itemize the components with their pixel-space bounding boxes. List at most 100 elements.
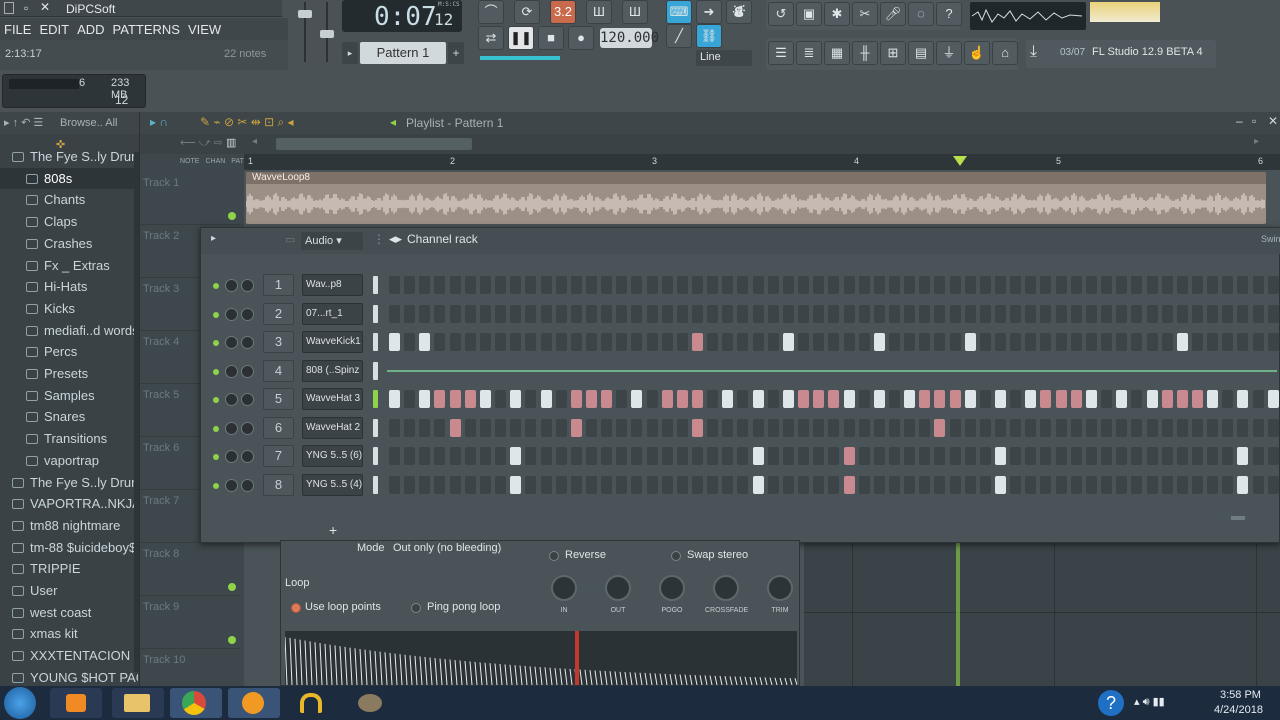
- sampler-knob[interactable]: [713, 575, 739, 601]
- step-button[interactable]: [1055, 418, 1067, 437]
- step-button[interactable]: [525, 475, 537, 494]
- step-button[interactable]: [782, 333, 794, 351]
- step-button[interactable]: [389, 276, 400, 294]
- step-button[interactable]: [510, 418, 522, 437]
- step-button[interactable]: [858, 333, 870, 351]
- step-button[interactable]: [843, 418, 855, 437]
- step-button[interactable]: [570, 475, 582, 494]
- channel-pan-knob[interactable]: [225, 336, 238, 349]
- start-button[interactable]: [4, 687, 36, 719]
- step-button[interactable]: [510, 475, 522, 494]
- step-button[interactable]: [1237, 390, 1249, 408]
- step-button[interactable]: [585, 475, 597, 494]
- step-button[interactable]: [1040, 418, 1052, 437]
- step-button[interactable]: [676, 390, 688, 408]
- step-button[interactable]: [843, 276, 855, 294]
- step-button[interactable]: [449, 304, 461, 323]
- maximize-icon[interactable]: ▫: [24, 1, 28, 15]
- browser-item[interactable]: Claps: [0, 211, 138, 232]
- step-button[interactable]: [449, 390, 461, 408]
- step-button[interactable]: [510, 333, 522, 351]
- step-button[interactable]: [873, 475, 885, 494]
- step-button[interactable]: [1131, 390, 1143, 408]
- step-button[interactable]: [449, 418, 461, 437]
- step-button[interactable]: [464, 304, 476, 323]
- step-button[interactable]: [752, 390, 764, 408]
- step-button[interactable]: [434, 390, 446, 408]
- channel-volume-knob[interactable]: [241, 364, 254, 378]
- browser-item[interactable]: Samples: [0, 385, 138, 406]
- channel-enable-led[interactable]: [213, 283, 219, 289]
- channel-enable-led[interactable]: [213, 482, 219, 489]
- step-button[interactable]: [1116, 475, 1128, 494]
- channel-row[interactable]: 8 YNG 5..5 (4): [201, 472, 1280, 500]
- step-button[interactable]: [828, 333, 840, 351]
- step-button[interactable]: [1146, 333, 1158, 351]
- record-icon[interactable]: ●: [568, 26, 594, 50]
- browser-item[interactable]: Kicks: [0, 298, 138, 319]
- playhead-marker-icon[interactable]: [953, 156, 967, 166]
- step-button[interactable]: [828, 418, 840, 437]
- channel-number[interactable]: 2: [263, 302, 294, 325]
- step-button[interactable]: [813, 276, 825, 294]
- step-button[interactable]: [979, 304, 991, 323]
- step-button[interactable]: [464, 447, 476, 465]
- step-button[interactable]: [979, 418, 991, 437]
- step-button[interactable]: [995, 276, 1006, 294]
- step-button[interactable]: [964, 418, 976, 437]
- channel-row[interactable]: 6 WavveHat 2: [201, 415, 1280, 443]
- step-button[interactable]: [389, 304, 400, 323]
- playlist-icon[interactable]: ☰: [768, 41, 794, 65]
- step-button[interactable]: [616, 447, 628, 465]
- step-button[interactable]: [737, 390, 749, 408]
- metronome-icon[interactable]: ⌒: [478, 0, 504, 24]
- step-button[interactable]: [1070, 333, 1082, 351]
- browser-item[interactable]: VAPORTRA..NKJAVCEE: [0, 493, 138, 514]
- timeline[interactable]: 1 2 3 4 5 6: [244, 154, 1280, 170]
- browser-item[interactable]: The Fye S..ly Drumkit: [0, 472, 138, 493]
- channel-volume-knob[interactable]: [241, 307, 254, 321]
- channel-enable-led[interactable]: [213, 425, 219, 432]
- channel-pan-knob[interactable]: [225, 307, 238, 321]
- step-button[interactable]: [570, 333, 582, 351]
- browser-item[interactable]: YOUNG $HOT PACK: [0, 667, 138, 686]
- step-button[interactable]: [434, 447, 446, 465]
- step-button[interactable]: [888, 276, 900, 294]
- step-button[interactable]: [1176, 333, 1188, 351]
- channel-row[interactable]: 7 YNG 5..5 (6): [201, 443, 1280, 471]
- step-button[interactable]: [419, 475, 431, 494]
- step-button[interactable]: [1146, 276, 1158, 294]
- browser-item[interactable]: mediafi..d words: [0, 320, 138, 341]
- track-mute-led[interactable]: [228, 583, 236, 591]
- step-button[interactable]: [692, 390, 703, 408]
- step-button[interactable]: [676, 304, 688, 323]
- step-button[interactable]: [964, 475, 976, 494]
- step-button[interactable]: [752, 418, 764, 437]
- sampler-knob[interactable]: [659, 575, 685, 601]
- step-button[interactable]: [676, 447, 688, 465]
- channel-select[interactable]: [373, 361, 378, 380]
- step-button[interactable]: [631, 276, 643, 294]
- step-button[interactable]: [1101, 333, 1113, 351]
- browser-item[interactable]: tm-88 $uicideboy$: [0, 537, 138, 558]
- playlist-hscroll[interactable]: [276, 138, 472, 150]
- loop-record-icon[interactable]: Ш: [622, 0, 648, 24]
- step-button[interactable]: [1252, 418, 1264, 437]
- playlist-menu-icon[interactable]: ▸ ∩: [150, 115, 168, 129]
- step-button[interactable]: [419, 447, 431, 465]
- file-icon[interactable]: ▤: [908, 41, 934, 65]
- step-button[interactable]: [464, 475, 476, 494]
- step-button[interactable]: [1085, 418, 1097, 437]
- step-button[interactable]: [631, 418, 643, 437]
- step-button[interactable]: [540, 447, 552, 465]
- step-button[interactable]: [540, 304, 552, 323]
- audio-clip[interactable]: WavveLoop8: [246, 172, 1266, 224]
- step-button[interactable]: [1161, 333, 1173, 351]
- step-button[interactable]: [828, 276, 840, 294]
- step-button[interactable]: [555, 333, 567, 351]
- step-button[interactable]: [1161, 304, 1173, 323]
- step-button[interactable]: [798, 475, 810, 494]
- step-button[interactable]: [1116, 418, 1128, 437]
- step-button[interactable]: [752, 276, 764, 294]
- step-button[interactable]: [949, 418, 961, 437]
